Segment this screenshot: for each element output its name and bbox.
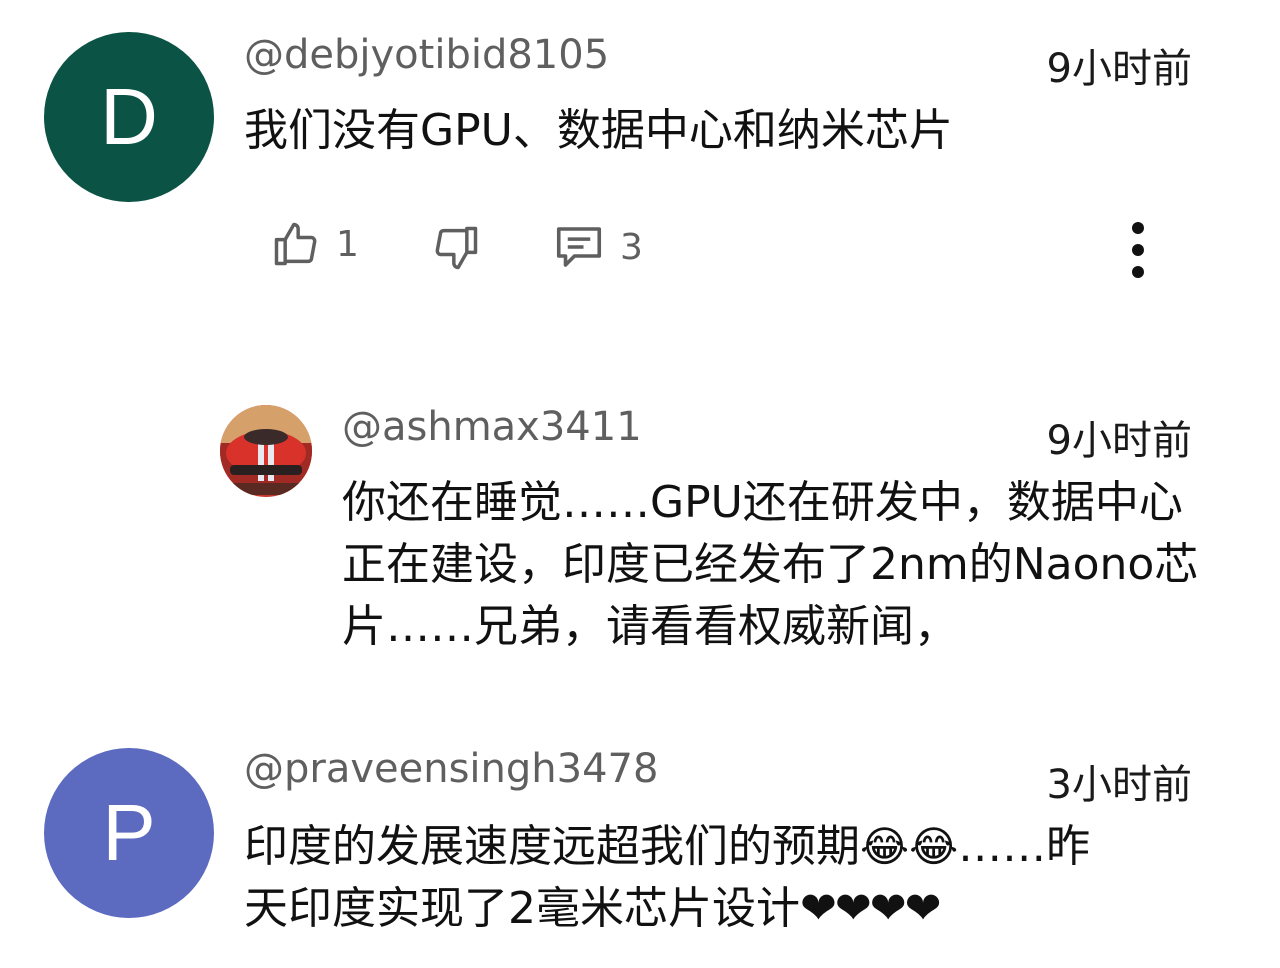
comment-1: D @debjyotibid8105 9小时前 我们没有GPU、数据中心和纳米芯…: [0, 0, 1280, 300]
comment-icon: [552, 220, 606, 274]
like-count: 1: [336, 223, 359, 265]
comment-author[interactable]: @ashmax3411: [342, 404, 642, 450]
more-options-button[interactable]: [1120, 220, 1156, 284]
avatar[interactable]: P: [44, 748, 214, 918]
comment-text: 我们没有GPU、数据中心和纳米芯片: [244, 105, 953, 156]
car-image: [220, 405, 312, 497]
comment-text-line2: 天印度实现了2毫米芯片设计: [244, 883, 800, 934]
reply-button[interactable]: 3: [552, 220, 643, 274]
avatar[interactable]: D: [44, 32, 214, 202]
heart-emoji: ❤❤❤❤: [800, 883, 941, 934]
comment-text: 你还在睡觉……GPU还在研发中，数据中心正在建设，印度已经发布了2nm的Naon…: [342, 477, 1199, 652]
comment-time: 9小时前: [1046, 46, 1192, 92]
thumbs-down-icon: [430, 222, 482, 274]
bottom-fade: [1080, 900, 1280, 968]
avatar[interactable]: [220, 405, 312, 497]
dislike-button[interactable]: [430, 222, 482, 274]
comment-author[interactable]: @debjyotibid8105: [244, 32, 609, 78]
avatar-letter: D: [100, 72, 158, 161]
comment-time: 9小时前: [1046, 418, 1192, 464]
comment-author[interactable]: @praveensingh3478: [244, 746, 658, 792]
comment-text-line1: 印度的发展速度远超我们的预期: [244, 821, 860, 872]
comment-text-line1-tail: ……昨: [958, 821, 1091, 872]
avatar-letter: P: [102, 788, 156, 877]
reply-count: 3: [620, 226, 643, 268]
like-button[interactable]: 1: [270, 218, 359, 270]
more-vert-icon: [1120, 222, 1156, 284]
thumbs-up-icon: [270, 218, 322, 270]
laughing-emoji: 😂😂: [860, 822, 959, 871]
comment-time: 3小时前: [1046, 762, 1192, 808]
